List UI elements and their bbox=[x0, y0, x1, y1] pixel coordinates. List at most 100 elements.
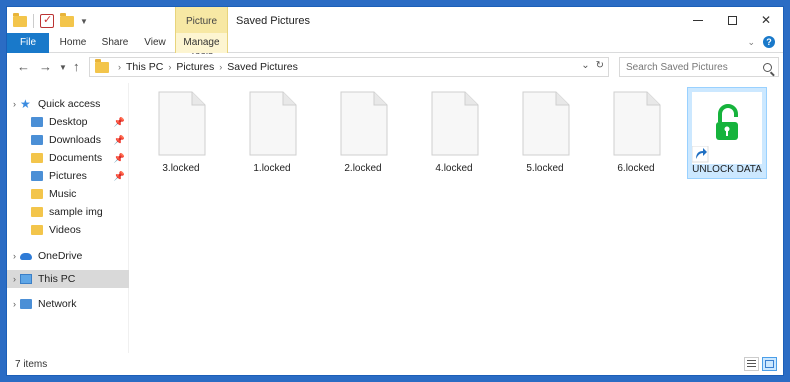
file-item-selected[interactable]: UNLOCK DATA bbox=[687, 87, 767, 179]
document-icon bbox=[431, 91, 479, 156]
tab-file[interactable]: File bbox=[7, 33, 49, 53]
file-name: 2.locked bbox=[344, 163, 382, 174]
expand-icon[interactable]: › bbox=[13, 274, 16, 284]
customize-toolbar-icon[interactable]: ▼ bbox=[80, 17, 88, 26]
search-input[interactable] bbox=[626, 61, 756, 73]
navigation-pane: › ★ Quick access Desktop 📌 Downloads 📌 D… bbox=[7, 83, 129, 353]
sidebar-item-label: Pictures bbox=[49, 170, 87, 182]
chevron-right-icon[interactable]: › bbox=[219, 62, 222, 72]
quick-access-icon: ★ bbox=[20, 97, 31, 111]
sidebar-item-label: Network bbox=[38, 298, 77, 310]
refresh-icon[interactable]: ↻ bbox=[596, 60, 604, 71]
expand-ribbon-icon[interactable]: ⌄ bbox=[747, 37, 755, 48]
breadcrumb-saved-pictures[interactable]: Saved Pictures bbox=[227, 61, 298, 73]
tab-view[interactable]: View bbox=[137, 33, 173, 53]
tab-manage[interactable]: Manage bbox=[175, 33, 228, 53]
document-icon bbox=[613, 91, 661, 156]
sidebar-item-label: OneDrive bbox=[38, 250, 83, 262]
pin-icon[interactable]: 📌 bbox=[114, 135, 125, 146]
document-icon bbox=[158, 91, 206, 156]
document-icon bbox=[249, 91, 297, 156]
file-item[interactable]: 1.locked bbox=[232, 91, 312, 183]
file-list: 3.locked 1.locked 2.locked 4.locked 5.lo… bbox=[131, 83, 783, 353]
file-name: 4.locked bbox=[435, 163, 473, 174]
file-name: 6.locked bbox=[617, 163, 655, 174]
pin-icon[interactable]: 📌 bbox=[114, 153, 125, 164]
status-bar: 7 items bbox=[7, 354, 783, 375]
item-count: 7 items bbox=[15, 359, 48, 370]
forward-arrow-icon[interactable]: → bbox=[39, 59, 52, 74]
divider bbox=[33, 14, 34, 28]
folder-icon bbox=[95, 58, 109, 73]
sidebar-item-label: Quick access bbox=[38, 98, 101, 110]
file-name: 5.locked bbox=[526, 163, 564, 174]
large-icons-view-icon bbox=[765, 360, 774, 368]
chevron-right-icon[interactable]: › bbox=[118, 62, 121, 72]
sidebar-item-onedrive[interactable]: › OneDrive bbox=[7, 247, 129, 265]
documents-folder-icon bbox=[31, 153, 43, 163]
minimize-button[interactable] bbox=[681, 7, 715, 33]
close-icon: ✕ bbox=[760, 13, 772, 27]
videos-folder-icon bbox=[31, 225, 43, 235]
pin-icon[interactable]: 📌 bbox=[114, 171, 125, 182]
picture-tools-context-label: Picture Tools bbox=[175, 7, 228, 57]
sidebar-item-desktop[interactable]: Desktop 📌 bbox=[7, 113, 129, 131]
tab-share[interactable]: Share bbox=[95, 33, 135, 53]
view-toggle bbox=[744, 357, 777, 371]
search-icon[interactable] bbox=[763, 62, 772, 72]
file-item[interactable]: 4.locked bbox=[414, 91, 494, 183]
breadcrumb-this-pc[interactable]: This PC bbox=[126, 61, 163, 73]
navigation-bar: ← → ▼ ↑ › This PC › Pictures › Saved Pic… bbox=[7, 54, 783, 80]
document-icon bbox=[340, 91, 388, 156]
large-icons-view-button[interactable] bbox=[762, 357, 777, 371]
file-item[interactable]: 6.locked bbox=[596, 91, 676, 183]
sidebar-item-label: Music bbox=[49, 188, 77, 200]
chevron-right-icon[interactable]: › bbox=[168, 62, 171, 72]
file-name: UNLOCK DATA bbox=[692, 164, 762, 175]
details-view-icon bbox=[747, 360, 756, 368]
pin-icon[interactable]: 📌 bbox=[114, 117, 125, 128]
help-icon[interactable]: ? bbox=[763, 36, 775, 48]
sidebar-item-videos[interactable]: Videos bbox=[7, 221, 129, 239]
address-actions: ⌄ ↻ bbox=[581, 60, 604, 71]
sidebar-item-pictures[interactable]: Pictures 📌 bbox=[7, 167, 129, 185]
file-name: 1.locked bbox=[253, 163, 291, 174]
sidebar-item-documents[interactable]: Documents 📌 bbox=[7, 149, 129, 167]
maximize-button[interactable] bbox=[715, 7, 749, 33]
sidebar-item-network[interactable]: › Network bbox=[7, 295, 129, 313]
properties-icon[interactable] bbox=[40, 13, 54, 28]
breadcrumb-pictures[interactable]: Pictures bbox=[176, 61, 214, 73]
recent-locations-icon[interactable]: ▼ bbox=[59, 63, 67, 72]
sidebar-item-sample-img[interactable]: sample img bbox=[7, 203, 129, 221]
desktop-folder-icon bbox=[31, 117, 43, 127]
expand-icon[interactable]: › bbox=[13, 251, 16, 261]
file-item[interactable]: 2.locked bbox=[323, 91, 403, 183]
expand-icon[interactable]: › bbox=[13, 299, 16, 309]
expand-icon[interactable]: › bbox=[13, 99, 16, 109]
explorer-window: ▼ Picture Tools Saved Pictures ✕ File Ho… bbox=[6, 6, 784, 376]
music-folder-icon bbox=[31, 189, 43, 199]
sidebar-item-label: sample img bbox=[49, 206, 103, 218]
folder-icon[interactable] bbox=[13, 12, 27, 27]
onedrive-icon bbox=[20, 252, 32, 260]
tab-home[interactable]: Home bbox=[53, 33, 93, 53]
back-arrow-icon[interactable]: ← bbox=[17, 59, 30, 74]
window-controls: ✕ bbox=[681, 7, 783, 33]
file-item[interactable]: 5.locked bbox=[505, 91, 585, 183]
search-box[interactable] bbox=[619, 57, 779, 77]
sidebar-item-this-pc[interactable]: › This PC bbox=[7, 270, 129, 288]
new-folder-icon[interactable] bbox=[60, 12, 74, 27]
details-view-button[interactable] bbox=[744, 357, 759, 371]
chevron-down-icon[interactable]: ⌄ bbox=[581, 60, 589, 71]
sidebar-item-label: This PC bbox=[38, 273, 76, 285]
sidebar-item-label: Downloads bbox=[49, 134, 101, 146]
sidebar-item-downloads[interactable]: Downloads 📌 bbox=[7, 131, 129, 149]
up-arrow-icon[interactable]: ↑ bbox=[73, 59, 80, 74]
sidebar-item-label: Videos bbox=[49, 224, 81, 236]
address-bar[interactable]: › This PC › Pictures › Saved Pictures ⌄ … bbox=[89, 57, 609, 77]
sidebar-item-music[interactable]: Music bbox=[7, 185, 129, 203]
quick-access-toolbar: ▼ bbox=[13, 12, 88, 29]
file-item[interactable]: 3.locked bbox=[141, 91, 221, 183]
close-button[interactable]: ✕ bbox=[749, 7, 783, 33]
sidebar-item-quick-access[interactable]: › ★ Quick access bbox=[7, 95, 129, 113]
